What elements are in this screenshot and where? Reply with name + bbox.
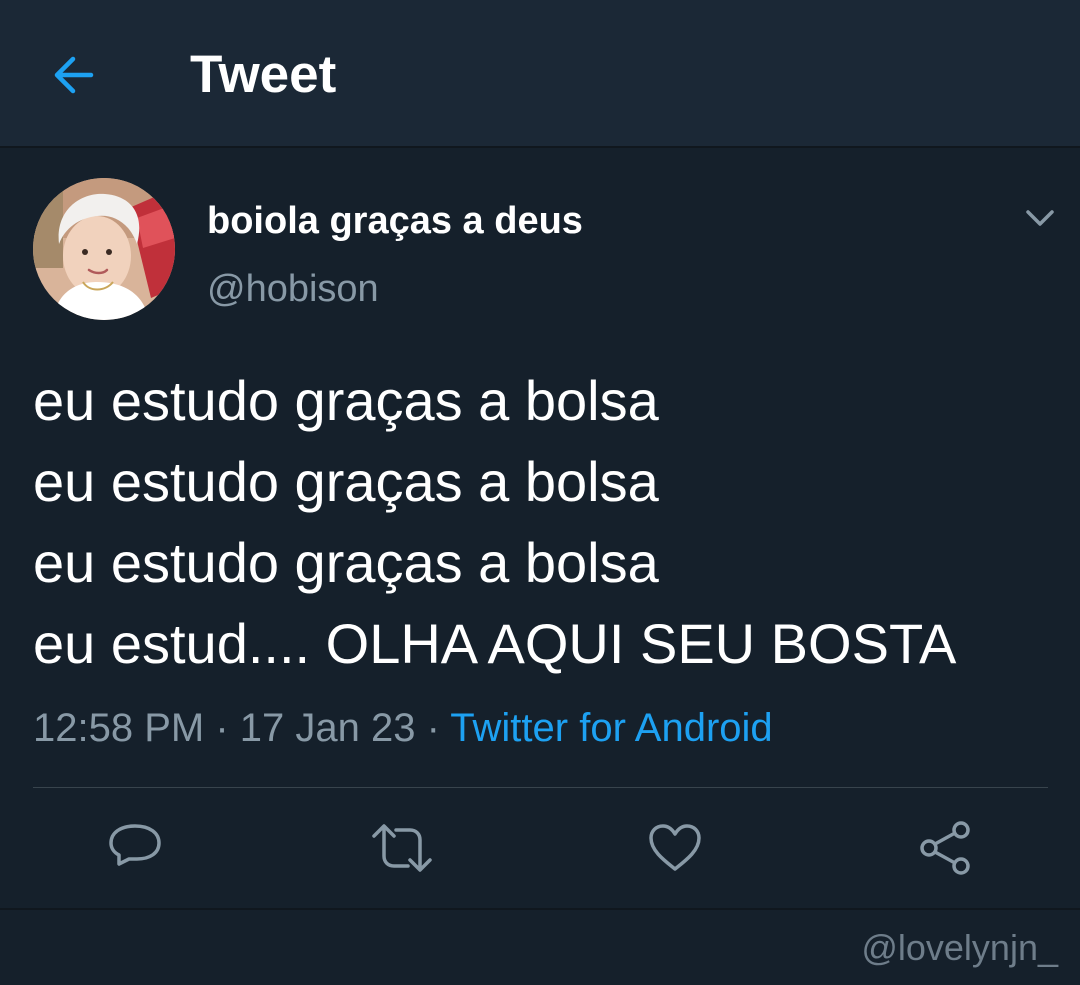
- retweet-button[interactable]: [370, 818, 434, 878]
- retweet-icon: [372, 824, 432, 872]
- watermark: @lovelynjn_: [861, 927, 1058, 968]
- tweet-source-link[interactable]: Twitter for Android: [450, 706, 772, 750]
- tweet-text-line: eu estudo graças a bolsa: [33, 450, 659, 513]
- tweet-text: eu estudo graças a bolsa eu estudo graça…: [33, 360, 1063, 684]
- tweet-date: 17 Jan 23: [239, 706, 416, 750]
- tweet-metadata: 12:58 PM · 17 Jan 23 · Twitter for Andro…: [33, 702, 773, 754]
- reply-icon: [109, 824, 161, 866]
- top-app-bar: Tweet: [0, 0, 1080, 148]
- avatar[interactable]: [33, 178, 175, 320]
- page-title: Tweet: [190, 45, 337, 104]
- back-button[interactable]: [40, 44, 108, 106]
- tweet-options-button[interactable]: [1012, 196, 1068, 240]
- heart-icon: [649, 824, 701, 871]
- meta-separator: ·: [415, 706, 451, 750]
- tweet-text-line: eu estudo graças a bolsa: [33, 369, 659, 432]
- divider: [33, 787, 1048, 788]
- tweet-time: 12:58 PM: [33, 706, 205, 750]
- meta-separator: ·: [204, 706, 240, 750]
- display-name[interactable]: boiola graças a deus: [207, 198, 583, 244]
- tweet-text-line: eu estudo graças a bolsa: [33, 531, 659, 594]
- share-button[interactable]: [913, 818, 977, 878]
- chevron-down-icon: [1026, 210, 1054, 226]
- arrow-left-icon: [54, 56, 94, 94]
- tweet-text-line: eu estud.... OLHA AQUI SEU BOSTA: [33, 612, 957, 675]
- like-button[interactable]: [643, 818, 707, 878]
- divider: [0, 908, 1080, 910]
- reply-button[interactable]: [103, 818, 167, 878]
- share-icon: [920, 821, 970, 875]
- user-handle[interactable]: @hobison: [207, 266, 379, 312]
